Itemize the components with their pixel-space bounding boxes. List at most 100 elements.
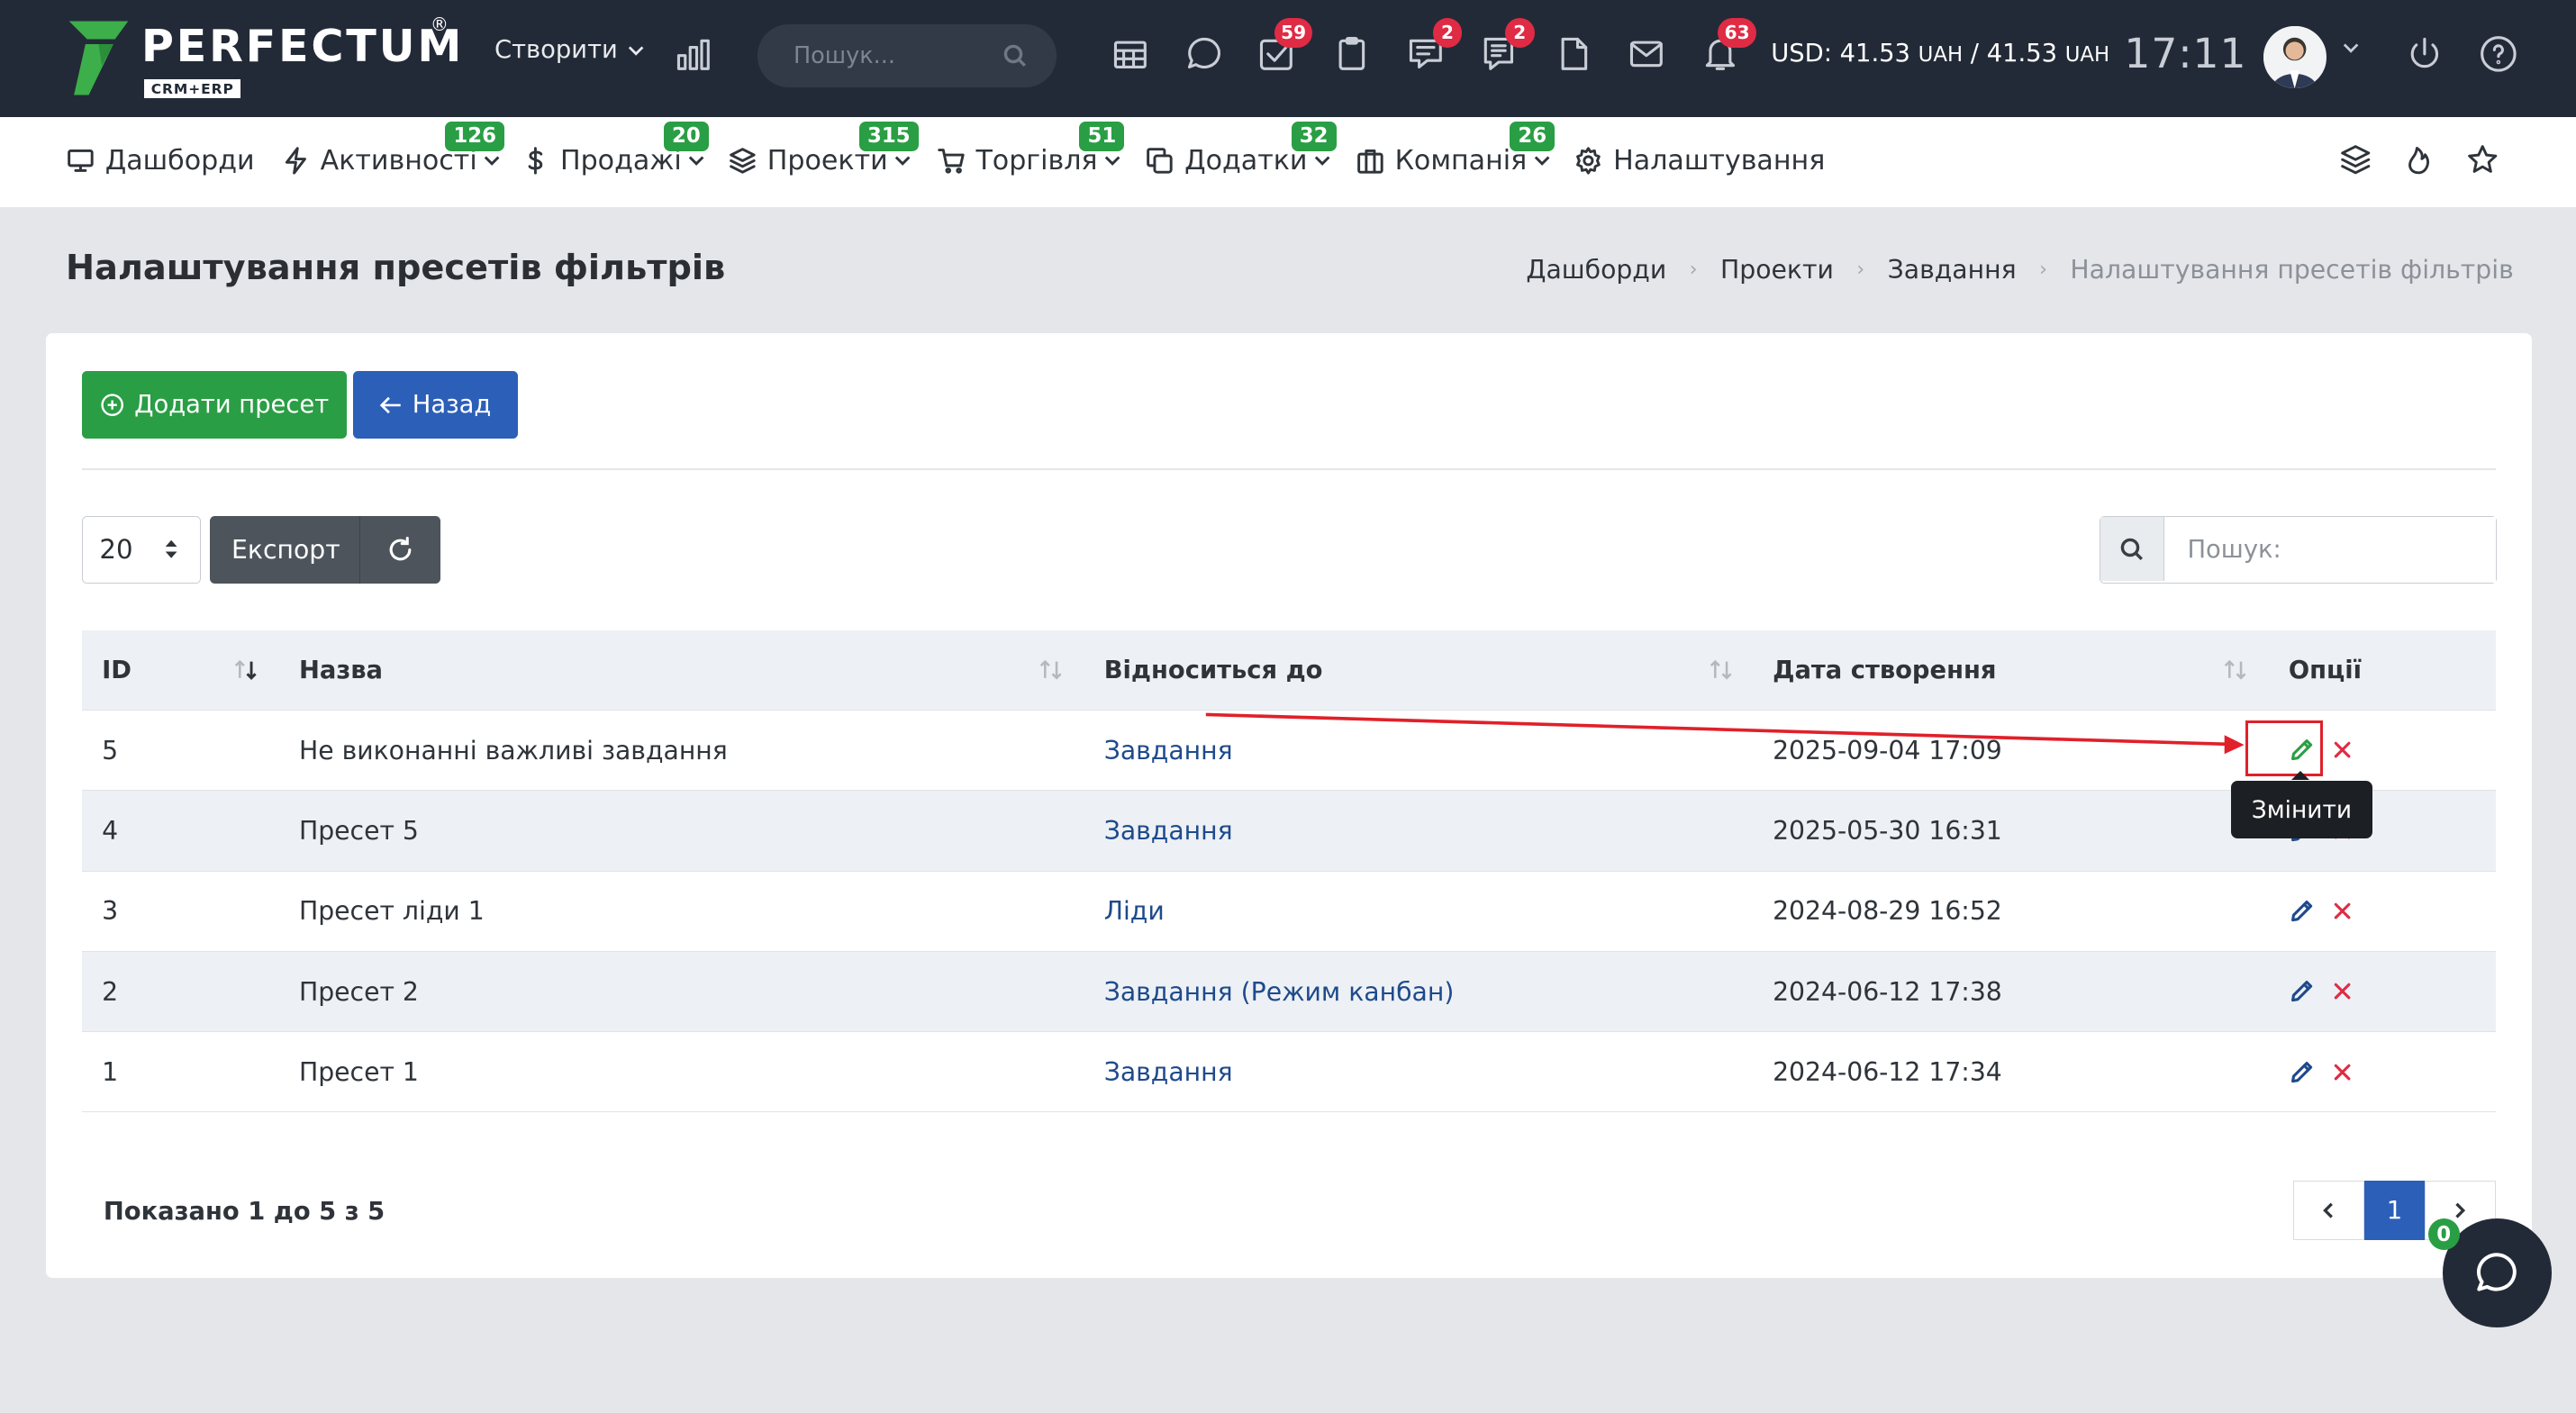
tasks-icon[interactable]: 59	[1256, 18, 1313, 75]
page-button[interactable]: 1	[2363, 1181, 2426, 1241]
back-label: Назад	[412, 391, 492, 420]
company-badge: 26	[1510, 121, 1556, 151]
search-icon	[1003, 45, 1026, 68]
nav-sales[interactable]: 20 Продажі	[521, 121, 709, 177]
breadcrumb-projects[interactable]: Проекти	[1720, 255, 1834, 285]
help-icon[interactable]	[2478, 32, 2520, 75]
add-preset-label: Додати пресет	[134, 391, 330, 420]
sort-desc-icon[interactable]	[233, 658, 259, 682]
prev-page-button[interactable]	[2293, 1181, 2364, 1241]
breadcrumb-dashboards[interactable]: Дашборди	[1526, 255, 1666, 285]
mail-icon[interactable]	[1625, 32, 1667, 75]
chevron-down-icon	[1534, 156, 1549, 166]
search-icon	[2100, 516, 2164, 581]
plus-circle-icon	[101, 394, 123, 416]
star-icon[interactable]	[2466, 143, 2499, 182]
currency-rate: USD: 41.53 UAH / 41.53 UAH	[1771, 40, 2109, 68]
chevron-down-icon	[1104, 156, 1120, 166]
row-relates-link[interactable]: Завдання (Режим канбан)	[1104, 977, 1455, 1007]
chat-badge: 2	[1432, 18, 1463, 48]
header-relates[interactable]: Відноситься до	[1104, 657, 1323, 684]
power-icon[interactable]	[2404, 32, 2446, 75]
monitor-icon	[68, 149, 94, 172]
presets-card: Додати пресет Назад 20 Експорт ID Назва …	[46, 333, 2532, 1279]
row-relates-link[interactable]: Завдання	[1104, 1057, 1233, 1087]
chevron-down-icon[interactable]	[2343, 40, 2359, 56]
bell-icon[interactable]: 63	[1699, 18, 1756, 75]
avatar[interactable]	[2263, 26, 2327, 89]
brand-name: PERFECTUM	[141, 19, 465, 72]
row-created: 2024-06-12 17:34	[1773, 1056, 2002, 1087]
table-search	[2100, 515, 2498, 584]
breadcrumb: Дашборди › Проекти › Завдання › Налаштув…	[1526, 255, 2513, 285]
back-button[interactable]: Назад	[353, 371, 518, 439]
delete-icon[interactable]	[2329, 898, 2355, 924]
stats-icon[interactable]	[672, 32, 714, 75]
layers-icon[interactable]	[2339, 143, 2372, 182]
create-label: Створити	[494, 36, 618, 65]
sort-arrows-icon	[166, 540, 177, 559]
dollar-icon	[528, 146, 543, 175]
nav-sales-label: Продажі	[559, 144, 682, 177]
nav-projects[interactable]: 315 Проекти	[728, 121, 919, 177]
row-relates-link[interactable]: Ліди	[1104, 896, 1165, 926]
create-menu-button[interactable]: Створити	[494, 36, 644, 64]
nav-dashboards[interactable]: Дашборди	[66, 145, 255, 177]
clock: 17:11	[2124, 29, 2247, 77]
header-options: Опції	[2288, 656, 2363, 684]
row-name: Не виконанні важливі завдання	[298, 735, 728, 765]
row-name: Пресет 2	[298, 976, 419, 1007]
row-relates-link[interactable]: Завдання	[1104, 736, 1233, 765]
logo-mark-icon	[68, 21, 129, 95]
chevron-down-icon	[628, 46, 644, 56]
breadcrumb-separator: ›	[1856, 258, 1865, 281]
row-relates-link[interactable]: Завдання	[1104, 816, 1233, 846]
breadcrumb-separator: ›	[1689, 258, 1698, 281]
refresh-button[interactable]	[359, 515, 440, 584]
add-preset-button[interactable]: Додати пресет	[82, 371, 347, 439]
notes-icon[interactable]: 2	[1477, 18, 1535, 75]
chevron-down-icon	[1314, 156, 1330, 166]
clipboard-icon[interactable]	[1330, 32, 1373, 75]
edit-icon[interactable]	[2289, 737, 2315, 763]
chat-icon[interactable]: 2	[1405, 18, 1463, 75]
nav-settings[interactable]: Налаштування	[1574, 145, 1825, 177]
calendar-icon[interactable]	[1109, 32, 1151, 75]
sort-icon[interactable]	[2223, 658, 2249, 682]
breadcrumb-tasks[interactable]: Завдання	[1888, 255, 2017, 285]
table-search-input[interactable]	[2163, 516, 2497, 583]
page-title: Налаштування пресетів фільтрів	[65, 248, 726, 289]
breadcrumb-separator: ›	[2039, 258, 2047, 281]
nav-activities[interactable]: 126 Активності	[281, 121, 505, 177]
sort-icon[interactable]	[1709, 658, 1735, 682]
delete-icon[interactable]	[2329, 1059, 2355, 1085]
logo[interactable]: PERFECTUM CRM+ERP ®	[66, 14, 465, 99]
nav-company[interactable]: 26 Компанія	[1356, 121, 1556, 177]
table-row: 3 Пресет ліди 1 Ліди 2024-08-29 16:52	[82, 870, 2496, 951]
page-size-select[interactable]: 20	[82, 515, 201, 584]
global-search[interactable]	[757, 24, 1057, 87]
nav-addons[interactable]: 32 Додатки	[1145, 121, 1337, 177]
edit-icon[interactable]	[2289, 1059, 2315, 1085]
delete-icon[interactable]	[2329, 978, 2355, 1004]
floating-chat-button[interactable]: 0	[2427, 1218, 2552, 1327]
fire-icon[interactable]	[2402, 143, 2435, 182]
nav-trade-label: Торгівля	[975, 144, 1098, 177]
comment-icon[interactable]	[1183, 32, 1225, 75]
activities-badge: 126	[445, 121, 505, 151]
sort-icon[interactable]	[1039, 658, 1065, 682]
header-id[interactable]: ID	[102, 657, 132, 684]
edit-icon[interactable]	[2289, 898, 2315, 924]
export-button[interactable]: Експорт	[210, 515, 362, 584]
edit-icon[interactable]	[2289, 978, 2315, 1004]
row-name: Пресет ліди 1	[298, 896, 485, 927]
row-created: 2025-05-30 16:31	[1773, 816, 2002, 847]
nav-trade[interactable]: 51 Торгівля	[937, 121, 1125, 177]
header-created[interactable]: Дата створення	[1773, 657, 1996, 684]
header-name[interactable]: Назва	[299, 657, 383, 684]
delete-icon[interactable]	[2329, 737, 2355, 763]
global-search-input[interactable]	[793, 42, 991, 69]
file-icon[interactable]	[1553, 32, 1595, 75]
projects-badge: 315	[858, 121, 919, 151]
currency-usd: USD: 41.53	[1771, 39, 1910, 68]
